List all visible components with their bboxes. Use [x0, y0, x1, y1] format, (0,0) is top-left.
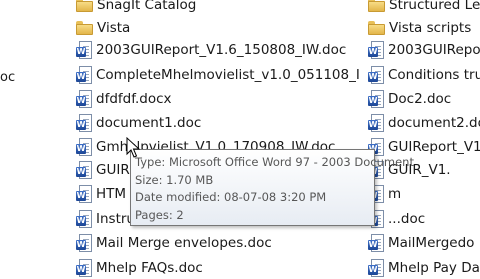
folder-item[interactable]: Vista — [76, 17, 360, 39]
file-item[interactable]: W...doc — [368, 208, 480, 230]
file-item[interactable]: Wm — [368, 183, 480, 205]
file-name-label: document1.doc — [96, 115, 202, 131]
file-name-label: document2.do — [388, 115, 480, 131]
word-document-icon: W — [368, 40, 384, 60]
file-name-label: GUIReport_V1. — [388, 139, 480, 155]
file-item[interactable]: W Mhelp Pay Da — [368, 257, 480, 279]
file-name-label: Vista — [97, 20, 131, 36]
folder-item[interactable]: Vista scripts — [368, 17, 480, 39]
word-document-icon: W — [368, 113, 384, 133]
file-name-label: Conditions tru — [388, 67, 480, 83]
word-document-icon: W — [368, 233, 384, 253]
word-document-icon: W — [76, 65, 92, 85]
word-document-icon: W — [76, 113, 92, 133]
file-name-label: SnagIt Catalog — [97, 0, 197, 13]
file-item[interactable]: W Mail Merge envelopes.doc — [76, 232, 360, 254]
word-document-icon: W — [76, 258, 92, 278]
file-name-label: Mhelp Pay Da — [388, 260, 480, 276]
file-item[interactable]: W 2003GUIReport_V1.6_150808_IW.doc — [76, 39, 360, 61]
folder-icon — [368, 0, 385, 12]
mouse-pointer-icon — [126, 137, 140, 158]
file-item[interactable]: Wdfdfdf.docx — [76, 88, 360, 110]
folder-icon — [76, 0, 93, 12]
file-item[interactable]: W Conditions tru — [368, 64, 480, 86]
file-name-label: GUIR — [96, 162, 130, 178]
file-name-label: 2003GUIReport_V1.6_150808_IW.doc — [96, 42, 347, 58]
tooltip-size: Size: 1.70 MB — [135, 172, 214, 187]
file-item[interactable]: W CompleteMhelmovielist_v1.0_051108_I... — [76, 64, 360, 86]
word-document-icon: W — [368, 258, 384, 278]
file-name-label: MailMergedo — [388, 235, 475, 251]
folder-icon — [76, 21, 93, 35]
word-document-icon: W — [76, 160, 92, 180]
file-name-label: ...doc — [388, 211, 426, 227]
file-name-label: Structured Lea — [389, 0, 480, 13]
file-name-label: dfdfdf.docx — [96, 91, 172, 107]
file-item[interactable]: W MailMergedo — [368, 232, 480, 254]
tooltip-type: Type: Microsoft Office Word 97 - 2003 Do… — [135, 155, 414, 169]
word-document-icon: W — [76, 40, 92, 60]
truncated-item-label: oc — [0, 70, 16, 85]
word-document-icon: W — [76, 209, 92, 229]
file-item[interactable]: W Doc2.doc — [368, 88, 480, 110]
file-name-label: CompleteMhelmovielist_v1.0_051108_I... — [96, 67, 360, 83]
file-item[interactable]: W 2003GUIRepor — [368, 39, 480, 61]
file-name-label: m — [388, 186, 402, 202]
file-item[interactable]: Wdocument2.do — [368, 112, 480, 134]
file-name-label: HTM — [96, 186, 127, 202]
folder-item[interactable]: SnagIt Catalog — [76, 0, 360, 16]
file-item[interactable]: W Mhelp FAQs.doc — [76, 257, 360, 279]
tooltip-pages: Pages: 2 — [135, 207, 184, 222]
file-name-label: Mail Merge envelopes.doc — [96, 235, 272, 251]
word-document-icon: W — [76, 233, 92, 253]
file-name-label: Vista scripts — [389, 20, 472, 36]
file-name-label: Doc2.doc — [388, 91, 452, 107]
folder-icon — [368, 21, 385, 35]
word-document-icon: W — [76, 137, 92, 157]
word-document-icon: W — [76, 184, 92, 204]
file-name-label: Mhelp FAQs.doc — [96, 260, 203, 276]
word-document-icon: W — [76, 89, 92, 109]
word-document-icon: W — [368, 89, 384, 109]
file-item[interactable]: Wdocument1.doc — [76, 112, 360, 134]
file-info-tooltip: Type: Microsoft Office Word 97 - 2003 Do… — [130, 149, 414, 226]
folder-item[interactable]: Structured Lea — [368, 0, 480, 16]
word-document-icon: W — [368, 65, 384, 85]
file-name-label: 2003GUIRepor — [388, 42, 480, 58]
tooltip-date-modified: Date modified: 08-07-08 3:20 PM — [135, 190, 327, 204]
